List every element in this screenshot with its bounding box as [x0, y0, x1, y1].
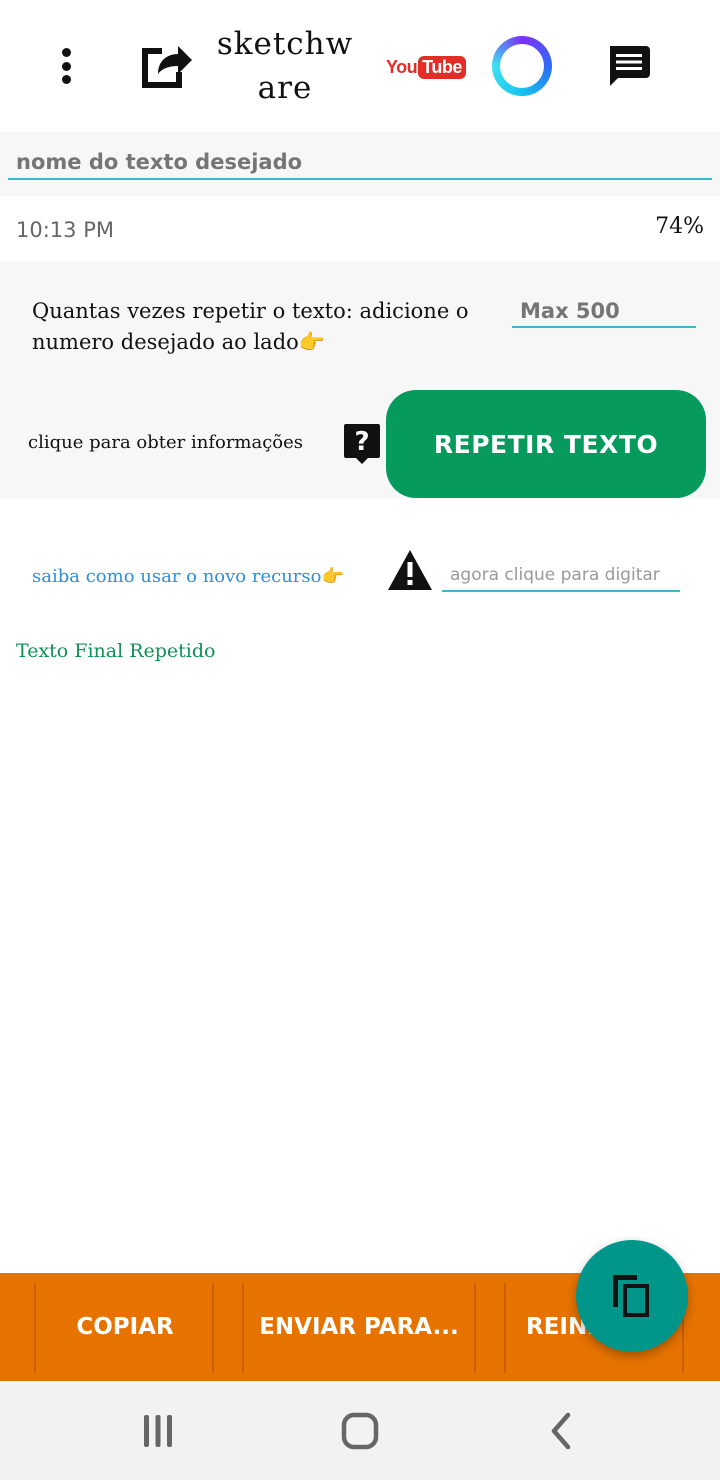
- repeat-panel: Quantas vezes repetir o texto: adicione …: [0, 262, 720, 498]
- youtube-logo-you: You: [386, 56, 418, 77]
- info-label: clique para obter informações: [28, 432, 304, 453]
- learn-feature-link[interactable]: saiba como usar o novo recurso👉: [32, 566, 344, 587]
- youtube-logo[interactable]: You Tube: [386, 52, 466, 82]
- text-name-area: [0, 132, 720, 196]
- back-icon[interactable]: [532, 1407, 592, 1455]
- repeat-text-button[interactable]: REPETIR TEXTO: [386, 390, 706, 498]
- ring-icon[interactable]: [492, 36, 552, 96]
- final-text-label: Texto Final Repetido: [16, 640, 216, 662]
- share-icon[interactable]: [138, 38, 194, 90]
- message-icon[interactable]: [604, 42, 652, 90]
- repeat-count-label: Quantas vezes repetir o texto: adicione …: [32, 299, 469, 354]
- top-toolbar: sketchware You Tube: [0, 0, 720, 132]
- divider: [212, 1283, 214, 1373]
- status-row: 10:13 PM 74%: [0, 198, 720, 260]
- divider: [34, 1283, 36, 1373]
- copy-fab[interactable]: [576, 1240, 688, 1352]
- youtube-logo-tube: Tube: [418, 55, 466, 79]
- recents-icon[interactable]: [128, 1407, 188, 1455]
- divider: [474, 1283, 476, 1373]
- text-name-input[interactable]: [8, 146, 712, 180]
- home-icon[interactable]: [330, 1407, 390, 1455]
- send-to-button[interactable]: ENVIAR PARA...: [244, 1273, 474, 1381]
- more-vert-icon[interactable]: [48, 44, 84, 88]
- repeat-count-input[interactable]: [512, 296, 696, 328]
- type-text-input[interactable]: [442, 560, 680, 592]
- copy-button[interactable]: COPIAR: [38, 1273, 212, 1381]
- percent-text: 74%: [655, 214, 704, 239]
- system-nav-bar: [0, 1381, 720, 1480]
- app-title: sketchware: [216, 26, 354, 106]
- live-help-icon[interactable]: ?: [342, 422, 382, 466]
- warning-icon[interactable]: [386, 548, 434, 592]
- time-text: 10:13 PM: [16, 218, 114, 242]
- svg-text:?: ?: [354, 427, 369, 457]
- copy-icon: [613, 1275, 649, 1317]
